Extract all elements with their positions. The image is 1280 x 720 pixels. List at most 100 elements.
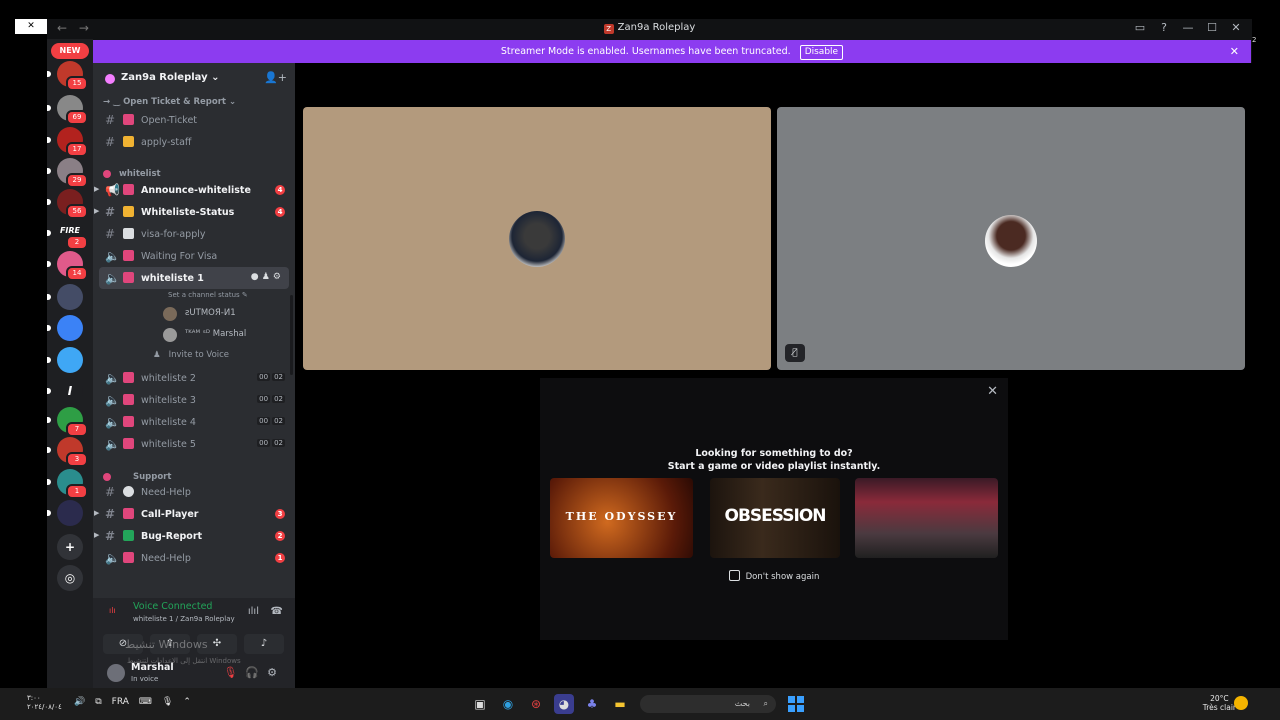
close-button[interactable]: ✕	[1224, 21, 1248, 34]
channel-announce-whiteliste[interactable]: ▶ 📢 Announce-whiteliste 4	[93, 179, 295, 201]
channel-whiteliste-4[interactable]: 🔈 whiteliste 4 00 02	[93, 411, 295, 433]
noise-suppression-icon[interactable]: ılıl	[248, 606, 259, 617]
soundboard-button[interactable]: ♪	[244, 634, 284, 654]
channel-whiteliste-1[interactable]: 🔈 whiteliste 1 ● ♟ ⚙	[99, 267, 289, 289]
channel-whiteliste-5[interactable]: 🔈 whiteliste 5 00 02	[93, 433, 295, 455]
camera-off-button[interactable]: ⊘	[103, 634, 143, 654]
channel-apply-staff[interactable]: # apply-staff	[93, 131, 295, 153]
start-button[interactable]	[788, 696, 804, 712]
add-member-icon[interactable]: ♟	[262, 272, 270, 282]
server-icon[interactable]: 1	[57, 469, 88, 499]
checkbox[interactable]	[728, 570, 740, 581]
activity-card-obsession[interactable]: OBSESSION	[710, 478, 840, 558]
keyboard-icon[interactable]: ⌨	[139, 697, 152, 707]
channel-whiteliste-2[interactable]: 🔈 whiteliste 2 00 02	[93, 367, 295, 389]
channel-sidebar: Zan9a Roleplay ⌄ 👤+ → ‿ Open Ticket & Re…	[93, 63, 295, 688]
channel-bug-report[interactable]: ▶ # Bug-Report 2	[93, 525, 295, 547]
server-icon[interactable]: 69	[57, 95, 88, 125]
voice-connected-status[interactable]: Voice Connected	[133, 601, 212, 612]
channel-label: Need-Help	[141, 553, 191, 564]
network-icon[interactable]: ⧉	[95, 697, 101, 707]
edge-icon[interactable]: ◉	[498, 694, 518, 714]
taskbar-search[interactable]: بحث ⌕	[640, 695, 776, 713]
clock[interactable]: ٣:٠٠ ٢٠٢٤/٠٨/٠٤	[27, 694, 62, 712]
minimize-button[interactable]: —	[1176, 21, 1200, 34]
teams-icon[interactable]: ♣	[582, 694, 602, 714]
channel-need-help-voice[interactable]: 🔈 Need-Help 1	[93, 547, 295, 569]
recycle-emoji-icon	[123, 530, 134, 541]
server-icon[interactable]	[57, 284, 83, 310]
chat-icon[interactable]: ●	[251, 272, 259, 282]
volume-icon[interactable]: 🔊	[74, 697, 85, 707]
channel-call-player[interactable]: ▶ # Call-Player 3	[93, 503, 295, 525]
category-whitelist[interactable]: whitelist	[119, 169, 161, 179]
bell-emoji-icon	[123, 206, 134, 217]
phone-emoji-icon	[123, 508, 134, 519]
server-icon[interactable]: 15	[57, 61, 88, 91]
media-app-icon[interactable]: ▣	[470, 694, 490, 714]
guild-header[interactable]: Zan9a Roleplay ⌄ 👤+	[93, 63, 295, 95]
screen-share-button[interactable]: ⇪	[150, 634, 190, 654]
channel-whiteliste-3[interactable]: 🔈 whiteliste 3 00 02	[93, 389, 295, 411]
server-icon[interactable]	[57, 347, 83, 373]
gear-icon[interactable]: ⚙	[273, 272, 281, 282]
server-icon[interactable]: 56	[57, 189, 88, 219]
server-icon[interactable]: 14	[57, 251, 88, 281]
set-channel-status[interactable]: Set a channel status ✎	[168, 291, 248, 299]
gear-icon[interactable]: ⚙	[267, 666, 285, 679]
language-indicator[interactable]: FRA	[112, 697, 129, 707]
channel-need-help[interactable]: # Need-Help	[93, 481, 295, 503]
desktop-close-button[interactable]: ✕	[15, 19, 47, 34]
channel-open-ticket[interactable]: # Open-Ticket	[93, 109, 295, 131]
invite-to-voice[interactable]: ♟Invite to Voice›	[153, 350, 229, 360]
guild-name[interactable]: Zan9a Roleplay ⌄	[121, 72, 220, 83]
user-name[interactable]: Marshal	[131, 662, 174, 673]
close-icon[interactable]: ✕	[987, 384, 998, 399]
muted-mic-icon[interactable]: 🎙	[223, 666, 245, 679]
activities-button[interactable]: ✣	[197, 634, 237, 654]
weather-sun-icon[interactable]	[1234, 696, 1248, 710]
server-icon[interactable]	[57, 315, 83, 341]
invite-people-icon[interactable]: 👤+	[264, 71, 287, 84]
unread-pill	[47, 168, 51, 174]
maximize-button[interactable]: ☐	[1200, 21, 1224, 34]
new-badge[interactable]: NEW	[51, 43, 89, 59]
headphones-icon[interactable]: 🎧	[245, 666, 267, 679]
participant-tile-1[interactable]	[303, 107, 771, 370]
channel-waiting-for-visa[interactable]: 🔈 Waiting For Visa	[93, 245, 295, 267]
microphone-icon[interactable]: 🎙	[162, 697, 173, 707]
phone-emoji-icon	[123, 438, 134, 449]
server-icon[interactable]: 29	[57, 158, 88, 188]
discord-icon[interactable]: ◕	[554, 694, 574, 714]
banner-close-icon[interactable]: ✕	[1230, 40, 1239, 63]
explore-servers-icon[interactable]: ◎	[57, 565, 83, 591]
text-channel-icon: #	[105, 529, 116, 543]
disable-streamer-mode-button[interactable]: Disable	[799, 45, 844, 60]
help-icon[interactable]: ?	[1152, 21, 1176, 34]
server-icon[interactable]: 7	[57, 407, 88, 437]
channel-whiteliste-status[interactable]: ▶ # Whiteliste-Status 4	[93, 201, 295, 223]
activity-card-odyssey[interactable]: THE ODYSSEY	[550, 478, 693, 558]
server-icon[interactable]	[57, 500, 83, 526]
activity-card-store[interactable]	[855, 478, 998, 558]
category-open-ticket[interactable]: → ‿ Open Ticket & Report ⌄	[103, 97, 236, 107]
dont-show-again[interactable]: Don't show again	[540, 570, 1008, 582]
participant-tile-2[interactable]: 🎙̸	[777, 107, 1245, 370]
chevron-up-icon[interactable]: ⌃	[183, 697, 191, 707]
server-icon[interactable]: 3	[57, 437, 88, 467]
muted-mic-icon: 🎙̸	[785, 344, 805, 362]
server-icon[interactable]: 17	[57, 127, 88, 157]
weather-widget[interactable]: 20°C Très clair	[1203, 694, 1236, 712]
disconnect-icon[interactable]: ☎	[271, 606, 283, 617]
avatar[interactable]	[107, 664, 125, 682]
server-icon[interactable]: I	[57, 378, 83, 404]
voice-location[interactable]: whiteliste 1 / Zan9a Roleplay	[133, 615, 235, 623]
add-server-icon[interactable]: +	[57, 534, 83, 560]
server-icon[interactable]: FIRE 2	[57, 220, 88, 250]
channel-scrollbar[interactable]	[290, 295, 293, 375]
signal-icon[interactable]: ılı	[109, 606, 116, 615]
app-icon[interactable]: ⊛	[526, 694, 546, 714]
file-explorer-icon[interactable]: ▬	[610, 694, 630, 714]
channel-visa-for-apply[interactable]: # visa-for-apply	[93, 223, 295, 245]
inbox-icon[interactable]: ▭	[1128, 21, 1152, 34]
